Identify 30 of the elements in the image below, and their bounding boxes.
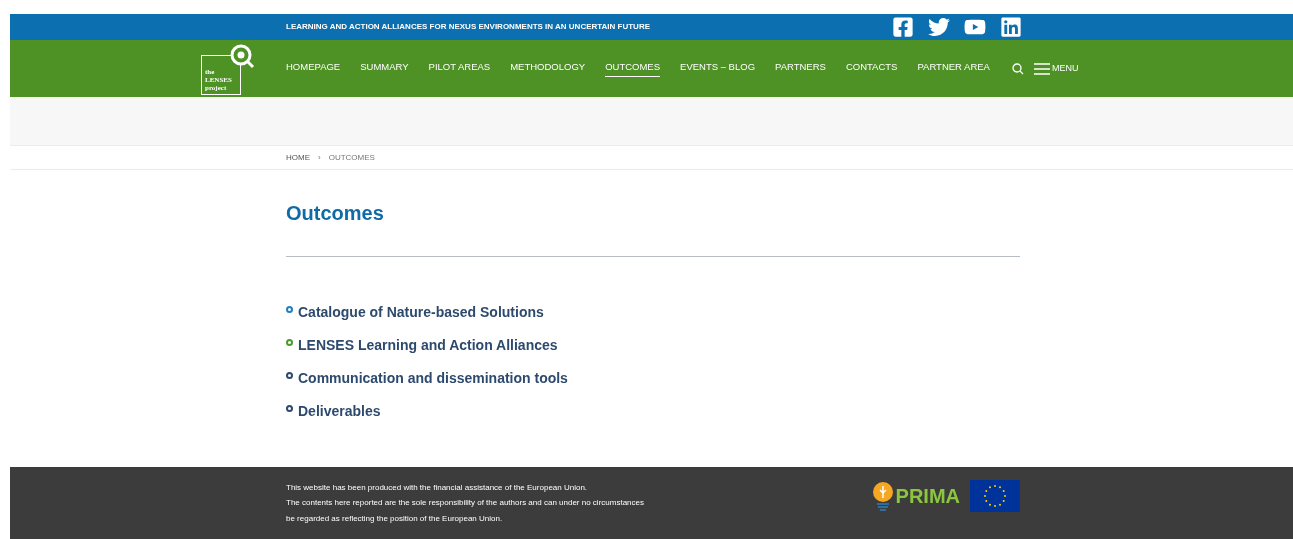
disclaimer-text: be regarded as reflecting the position of the European Union. <box>286 512 504 525</box>
bulb-icon <box>871 481 894 511</box>
outcome-link[interactable]: LENSES Learning and Action Alliances <box>298 335 558 355</box>
tagline: LEARNING AND ACTION ALLIANCES FOR NEXUS ENVIRONMENTS IN AN UNCERTAIN FUTURE <box>286 21 650 33</box>
disclaimer-text: This website has been produced with the financial assistance of the European Union. <box>286 481 589 494</box>
outcome-link[interactable]: Deliverables <box>298 401 381 421</box>
nav-link[interactable]: HOMEPAGE <box>286 59 341 78</box>
prima-text: PRIMA <box>895 485 960 507</box>
menu-button[interactable]: MENU <box>1033 61 1079 76</box>
twitter-icon[interactable] <box>928 16 950 38</box>
nav-link[interactable]: SUMMARY <box>360 59 409 78</box>
nav-link[interactable]: PARTNERS <box>775 59 826 78</box>
nav-link[interactable]: CONTACTS <box>845 59 898 78</box>
nav-link[interactable]: OUTCOMES <box>605 59 661 78</box>
nav-link[interactable]: EVENTS – BLOG <box>680 59 756 78</box>
search-icon[interactable] <box>1011 62 1024 75</box>
menu-icon <box>1033 62 1050 75</box>
breadcrumb-separator: › <box>318 151 321 164</box>
nav-link[interactable]: PILOT AREAS <box>428 59 491 78</box>
breadcrumb-link[interactable]: HOME <box>286 151 310 164</box>
disclaimer-text: The contents here reported are the sole responsibility of the authors and can under no circumstances <box>286 497 644 510</box>
outcome-link[interactable]: Catalogue of Nature-based Solutions <box>298 302 544 322</box>
eu-flag-icon <box>970 480 1020 512</box>
linkedin-icon[interactable] <box>1000 16 1022 38</box>
page-title: Outcomes <box>286 201 385 225</box>
facebook-icon[interactable] <box>892 16 914 38</box>
outcome-link[interactable]: Communication and dissemination tools <box>298 368 568 388</box>
nav-link[interactable]: PARTNER AREA <box>917 59 990 78</box>
nav-link[interactable]: METHODOLOGY <box>510 59 586 78</box>
breadcrumb-current: OUTCOMES <box>328 151 375 164</box>
